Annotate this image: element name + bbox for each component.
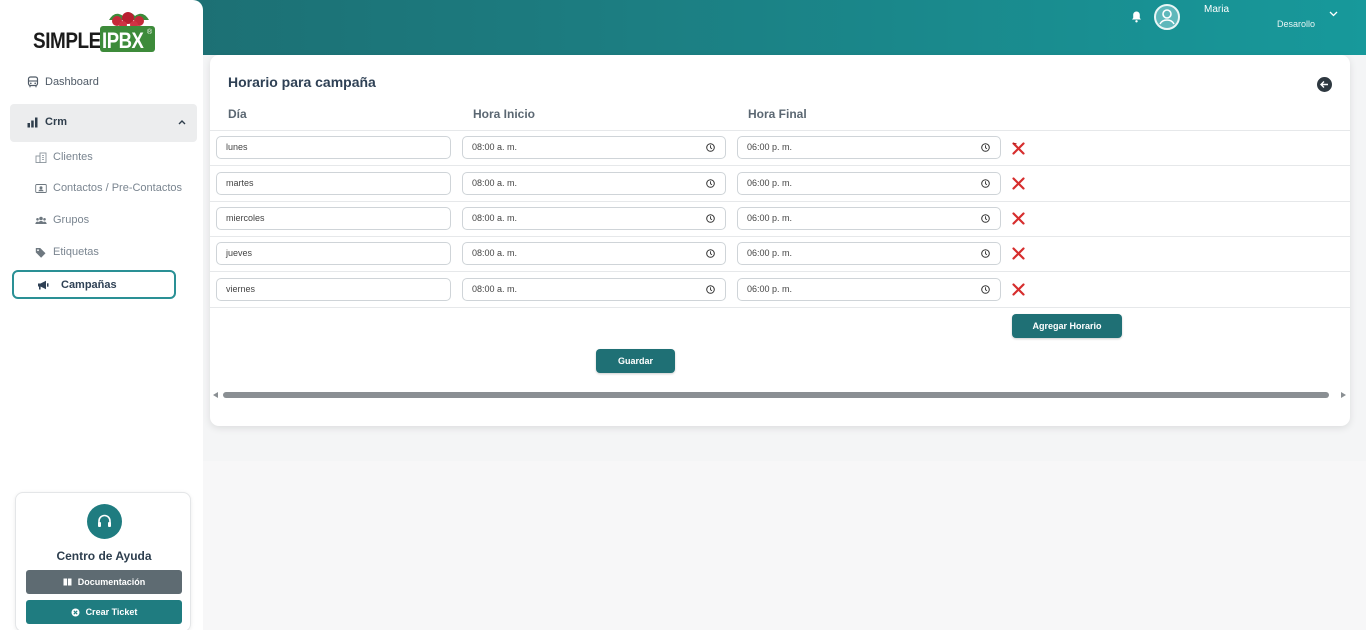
sidebar-item-label: Grupos: [53, 214, 90, 226]
create-ticket-button[interactable]: Crear Ticket: [26, 600, 182, 624]
sidebar-item-label: Crm: [45, 116, 68, 128]
user-avatar-icon[interactable]: [1154, 4, 1180, 30]
help-center-card: Centro de Ayuda Documentación Crear Tick…: [15, 492, 191, 630]
logo-registered-mark: ®: [147, 29, 153, 36]
chevron-down-icon[interactable]: [1329, 11, 1338, 17]
end-time-input[interactable]: 06:00 p. m.: [737, 172, 1001, 195]
contact-card-icon: [35, 183, 47, 193]
clock-icon[interactable]: [706, 214, 715, 223]
sidebar-item-label: Etiquetas: [53, 246, 99, 258]
users-icon: [35, 216, 47, 224]
delete-row-icon[interactable]: [1012, 283, 1025, 296]
sidebar-item-etiquetas[interactable]: Etiquetas: [35, 246, 99, 258]
chart-bar-icon: [27, 117, 38, 128]
start-time-input[interactable]: 08:00 a. m.: [462, 207, 726, 230]
clock-icon[interactable]: [706, 249, 715, 258]
start-time-input[interactable]: 08:00 a. m.: [462, 136, 726, 159]
top-header: Maria Desarollo: [0, 0, 1366, 55]
column-header-dia: Día: [228, 107, 247, 121]
day-input[interactable]: lunes: [216, 136, 451, 159]
simple-ipbx-logo[interactable]: SIMPLE IPBX ®: [33, 8, 157, 54]
sidebar-item-label: Dashboard: [45, 76, 99, 88]
bell-icon[interactable]: [1131, 11, 1142, 23]
help-center-title: Centro de Ayuda: [56, 549, 152, 563]
delete-row-icon[interactable]: [1012, 177, 1025, 190]
sidebar: SIMPLE IPBX ® Dashboard Crm Clientes Con…: [0, 0, 203, 630]
book-icon: [63, 578, 72, 586]
page-title: Horario para campaña: [228, 74, 376, 90]
end-time-input[interactable]: 06:00 p. m.: [737, 242, 1001, 265]
start-time-input[interactable]: 08:00 a. m.: [462, 278, 726, 301]
building-icon: [35, 152, 47, 163]
add-schedule-button[interactable]: Agregar Horario: [1012, 314, 1122, 338]
day-input[interactable]: miercoles: [216, 207, 451, 230]
sidebar-item-clientes[interactable]: Clientes: [35, 151, 93, 163]
day-input[interactable]: martes: [216, 172, 451, 195]
bus-icon: [27, 76, 39, 88]
sidebar-item-contactos[interactable]: Contactos / Pre-Contactos: [35, 182, 182, 194]
clock-icon[interactable]: [706, 285, 715, 294]
delete-row-icon[interactable]: [1012, 142, 1025, 155]
day-input[interactable]: viernes: [216, 278, 451, 301]
chevron-up-icon[interactable]: [178, 119, 186, 125]
clock-icon[interactable]: [706, 143, 715, 152]
sidebar-item-dashboard[interactable]: Dashboard: [27, 76, 99, 88]
sidebar-item-label: Contactos / Pre-Contactos: [53, 182, 183, 194]
sidebar-item-grupos[interactable]: Grupos: [35, 214, 89, 226]
documentation-button[interactable]: Documentación: [26, 570, 182, 594]
start-time-input[interactable]: 08:00 a. m.: [462, 172, 726, 195]
clock-icon[interactable]: [981, 285, 990, 294]
delete-row-icon[interactable]: [1012, 212, 1025, 225]
end-time-input[interactable]: 06:00 p. m.: [737, 207, 1001, 230]
scroll-right-icon[interactable]: [1341, 392, 1346, 398]
end-time-input[interactable]: 06:00 p. m.: [737, 136, 1001, 159]
user-name[interactable]: Maria: [1204, 4, 1229, 15]
schedule-card: Horario para campaña Día Hora Inicio Hor…: [210, 55, 1350, 426]
user-role: Desarollo: [1277, 19, 1316, 29]
sidebar-item-label: Clientes: [53, 151, 93, 163]
arrow-left-icon: [1320, 81, 1328, 88]
headset-icon: [87, 504, 122, 539]
end-time-input[interactable]: 06:00 p. m.: [737, 278, 1001, 301]
column-header-hora-final: Hora Final: [748, 107, 807, 121]
day-input[interactable]: jueves: [216, 242, 451, 265]
scroll-left-icon[interactable]: [213, 392, 218, 398]
megaphone-icon: [38, 280, 49, 290]
clock-icon[interactable]: [706, 179, 715, 188]
start-time-input[interactable]: 08:00 a. m.: [462, 242, 726, 265]
horizontal-scrollbar[interactable]: [210, 389, 1350, 401]
sidebar-item-crm[interactable]: Crm: [10, 104, 197, 142]
delete-row-icon[interactable]: [1012, 247, 1025, 260]
ticket-icon: [71, 608, 80, 616]
back-button[interactable]: [1317, 77, 1332, 92]
clock-icon[interactable]: [981, 214, 990, 223]
logo-ipbx-text: IPBX: [102, 28, 144, 53]
documentation-label: Documentación: [77, 577, 146, 587]
save-button[interactable]: Guardar: [596, 349, 675, 373]
column-header-hora-inicio: Hora Inicio: [473, 107, 536, 121]
sidebar-item-label: Campañas: [61, 279, 117, 291]
clock-icon[interactable]: [981, 179, 990, 188]
create-ticket-label: Crear Ticket: [85, 607, 138, 617]
scrollbar-thumb[interactable]: [223, 392, 1329, 398]
clock-icon[interactable]: [981, 249, 990, 258]
tags-icon: [35, 247, 46, 258]
logo-simple-text: SIMPLE: [33, 28, 101, 53]
sidebar-item-campanas[interactable]: Campañas: [12, 270, 176, 299]
clock-icon[interactable]: [981, 143, 990, 152]
